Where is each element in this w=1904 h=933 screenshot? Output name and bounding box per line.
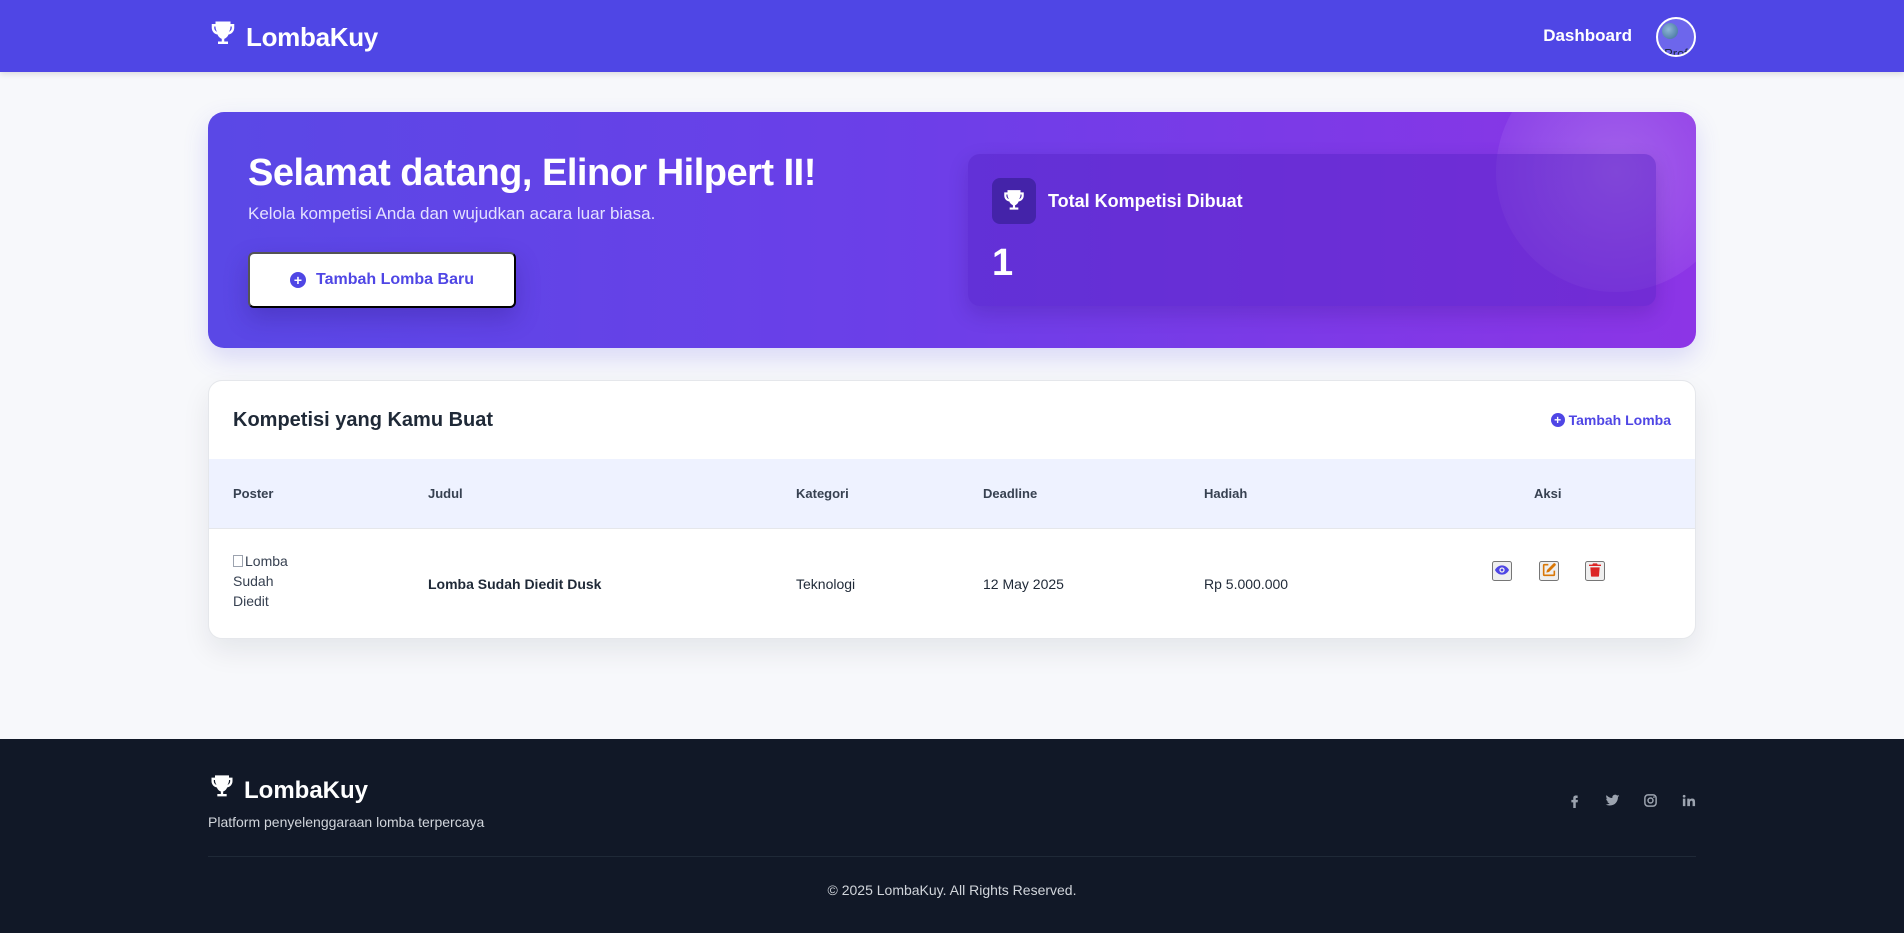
broken-image-icon <box>1662 23 1678 39</box>
column-header-poster: Poster <box>233 486 274 501</box>
total-competitions-card: Total Kompetisi Dibuat 1 <box>968 154 1656 306</box>
column-header-kategori: Kategori <box>796 486 849 501</box>
stat-value: 1 <box>992 242 1014 284</box>
eye-icon <box>1494 562 1510 581</box>
brand-logo[interactable]: LombaKuy <box>208 20 378 54</box>
edit-icon <box>1541 562 1557 581</box>
row-deadline: 12 May 2025 <box>983 576 1064 592</box>
nav-dashboard-link[interactable]: Dashboard <box>1543 26 1632 46</box>
plus-circle-icon: + <box>290 272 307 288</box>
view-button[interactable] <box>1492 561 1512 581</box>
plus-circle-icon: + <box>1550 413 1565 427</box>
add-competition-label: Tambah Lomba Baru <box>316 271 474 288</box>
trophy-icon <box>208 773 236 808</box>
footer-brand-name: LombaKuy <box>244 776 369 804</box>
competitions-card: Kompetisi yang Kamu Buat + Tambah Lomba … <box>208 380 1696 639</box>
brand-name: LombaKuy <box>246 21 378 52</box>
social-links <box>1566 791 1696 809</box>
footer-tagline: Platform penyelenggaraan lomba terpercay… <box>208 814 485 830</box>
avatar[interactable]: Prof <box>1656 17 1696 57</box>
welcome-subtitle: Kelola kompetisi Anda dan wujudkan acara… <box>248 204 656 223</box>
add-competition-link[interactable]: + Tambah Lomba <box>1550 412 1671 428</box>
twitter-icon[interactable] <box>1604 791 1620 809</box>
add-competition-button[interactable]: + Tambah Lomba Baru <box>248 252 516 308</box>
welcome-banner: Selamat datang, Elinor Hilpert II! Kelol… <box>208 112 1696 348</box>
linkedin-icon[interactable] <box>1680 791 1696 809</box>
column-header-deadline: Deadline <box>983 486 1038 501</box>
broken-image-icon <box>233 555 243 567</box>
trophy-icon <box>208 19 238 56</box>
footer: LombaKuy Platform penyelenggaraan lomba … <box>0 739 1904 933</box>
navbar: LombaKuy Dashboard Prof <box>0 0 1904 72</box>
facebook-icon[interactable] <box>1566 791 1582 809</box>
trophy-icon <box>992 178 1036 224</box>
row-kategori: Teknologi <box>796 576 856 592</box>
column-header-aksi: Aksi <box>1534 486 1562 501</box>
copyright: © 2025 LombaKuy. All Rights Reserved. <box>827 882 1077 898</box>
poster-image[interactable]: Lomba Sudah Diedit <box>233 551 303 611</box>
footer-brand[interactable]: LombaKuy <box>208 773 368 808</box>
add-competition-link-label: Tambah Lomba <box>1568 412 1671 428</box>
row-judul: Lomba Sudah Diedit Dusk <box>428 576 602 592</box>
stat-label: Total Kompetisi Dibuat <box>1048 191 1243 211</box>
competitions-title: Kompetisi yang Kamu Buat <box>233 409 494 431</box>
table-row: Lomba Sudah Diedit Lomba Sudah Diedit Du… <box>209 529 1695 638</box>
footer-divider <box>208 856 1696 857</box>
column-header-judul: Judul <box>428 486 463 501</box>
column-header-hadiah: Hadiah <box>1204 486 1248 501</box>
delete-button[interactable] <box>1585 561 1605 581</box>
instagram-icon[interactable] <box>1642 791 1658 809</box>
welcome-title: Selamat datang, Elinor Hilpert II! <box>248 152 816 194</box>
trash-icon <box>1587 562 1603 581</box>
table-header: Poster Judul Kategori Deadline Hadiah Ak… <box>209 459 1695 529</box>
row-hadiah: Rp 5.000.000 <box>1204 576 1289 592</box>
edit-button[interactable] <box>1539 561 1559 581</box>
avatar-alt-text: Prof <box>1664 46 1688 57</box>
